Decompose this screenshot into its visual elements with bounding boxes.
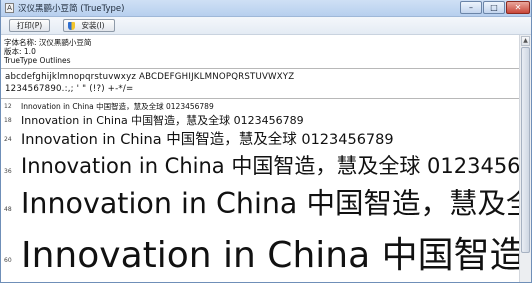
sample-text: Innovation in China 中国智造，慧及全球: [21, 187, 521, 220]
print-button[interactable]: 打印(P): [9, 19, 50, 32]
close-button[interactable]: ✕: [506, 1, 530, 14]
font-outline-line: TrueType Outlines: [4, 56, 71, 65]
size-label: 24: [4, 136, 12, 143]
font-version-line: 版本: 1.0: [4, 47, 36, 56]
sample-row-24: 24 Innovation in China 中国智造，慧及全球 0123456…: [1, 127, 521, 150]
scrollbar-thumb[interactable]: [521, 47, 530, 253]
install-button[interactable]: 安装(I): [63, 19, 115, 32]
size-label: 48: [4, 206, 12, 213]
size-label: 60: [4, 257, 12, 264]
sample-text: Innovation in China 中国智造，慧及全球 0123456789: [21, 132, 394, 148]
font-info: 字体名称: 汉仪黑鹂小豆简 版本: 1.0 TrueType Outlines: [4, 38, 91, 65]
size-label: 36: [4, 168, 12, 175]
sample-text: Innovation in China 中国智造，慧及全球 0123456789: [21, 154, 521, 178]
font-name-line: 字体名称: 汉仪黑鹂小豆简: [4, 38, 92, 47]
size-label: 18: [4, 117, 12, 124]
sample-row-60: 60 Innovation in China 中国智造，: [1, 226, 521, 282]
sample-row-36: 36 Innovation in China 中国智造，慧及全球 0123456…: [1, 150, 521, 184]
sample-text: Innovation in China 中国智造，慧及全球 0123456789: [21, 114, 304, 127]
install-button-label: 安装(I): [81, 21, 105, 30]
scroll-up-arrow-icon[interactable]: ▲: [521, 36, 530, 46]
minimize-button[interactable]: –: [460, 1, 482, 14]
vertical-scrollbar[interactable]: ▲: [519, 35, 531, 282]
sample-row-48: 48 Innovation in China 中国智造，慧及全球: [1, 181, 521, 226]
toolbar: 打印(P) 安装(I): [1, 17, 531, 35]
sample-text: Innovation in China 中国智造，: [21, 235, 521, 276]
divider: [1, 98, 521, 99]
maximize-button[interactable]: □: [483, 1, 505, 14]
font-file-icon: A: [5, 3, 14, 13]
shield-icon: [68, 22, 75, 30]
title-bar[interactable]: A 汉仪黑鹂小豆简 (TrueType) – □ ✕: [1, 0, 531, 17]
size-label: 12: [4, 103, 12, 110]
divider: [1, 68, 521, 69]
charset-digits-symbols: 1234567890.:,; ' " (!?) +-*/=: [5, 84, 134, 94]
charset-letters: abcdefghijklmnopqrstuvwxyz ABCDEFGHIJKLM…: [5, 72, 295, 82]
window-title: 汉仪黑鹂小豆简 (TrueType): [18, 4, 125, 14]
font-preview-window: A 汉仪黑鹂小豆简 (TrueType) – □ ✕ 打印(P) 安装(I) 字…: [0, 0, 532, 283]
